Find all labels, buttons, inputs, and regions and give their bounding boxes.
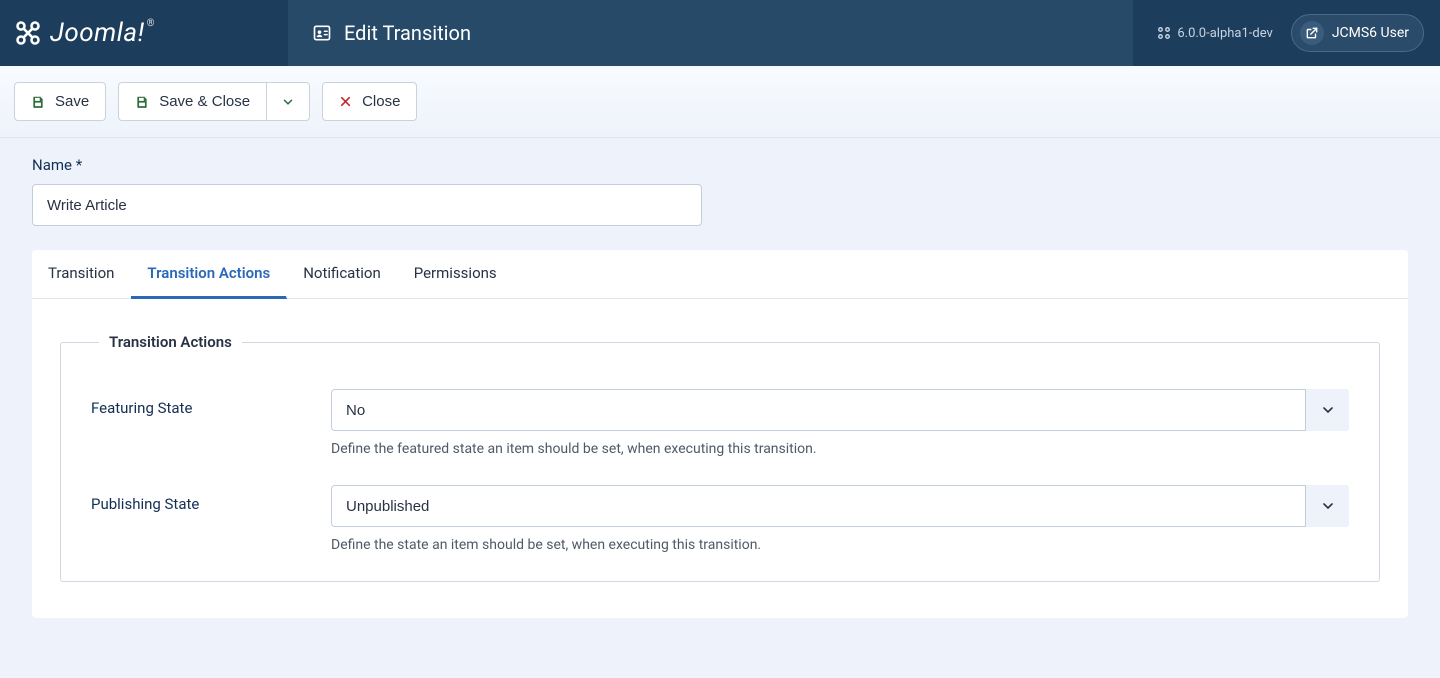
featuring-state-select[interactable]: No (331, 389, 1349, 431)
page-title-block: Edit Transition (288, 0, 1133, 66)
joomla-mini-icon (1157, 26, 1171, 40)
brand-name: Joomla! (50, 18, 145, 48)
publishing-state-row: Publishing State Unpublished Define the … (91, 485, 1349, 553)
featuring-state-select-wrap: No (331, 389, 1349, 431)
save-close-group: Save & Close (118, 82, 310, 121)
page-title: Edit Transition (344, 21, 471, 45)
app-header: Joomla! ® Edit Transition 6.0.0-alpha1-d… (0, 0, 1440, 66)
tab-row: Transition Transition Actions Notificati… (32, 250, 1408, 299)
save-dropdown-button[interactable] (267, 82, 310, 121)
content-area: Name * Transition Transition Actions Not… (0, 138, 1440, 658)
save-label: Save (55, 93, 89, 110)
version-text: 6.0.0-alpha1-dev (1177, 26, 1272, 41)
close-icon (339, 95, 352, 108)
save-close-button[interactable]: Save & Close (118, 82, 267, 121)
external-link-icon (1300, 21, 1324, 45)
tab-body: Transition Actions Featuring State No (32, 299, 1408, 618)
save-close-label: Save & Close (159, 93, 250, 110)
publishing-state-select[interactable]: Unpublished (331, 485, 1349, 527)
publishing-state-help: Define the state an item should be set, … (331, 537, 1349, 553)
name-input[interactable] (32, 184, 702, 226)
joomla-logo-icon (14, 19, 42, 47)
user-name: JCMS6 User (1332, 25, 1409, 41)
publishing-state-select-wrap: Unpublished (331, 485, 1349, 527)
transition-actions-fieldset: Transition Actions Featuring State No (60, 333, 1380, 582)
header-right: 6.0.0-alpha1-dev JCMS6 User (1133, 0, 1440, 66)
tab-notification[interactable]: Notification (287, 250, 398, 298)
chevron-down-icon (281, 95, 295, 109)
featuring-state-label: Featuring State (91, 389, 331, 457)
tab-permissions[interactable]: Permissions (398, 250, 514, 298)
brand-mark-symbol: ® (147, 18, 155, 29)
close-button[interactable]: Close (322, 82, 417, 121)
fieldset-legend: Transition Actions (99, 333, 242, 351)
tab-transition[interactable]: Transition (32, 250, 131, 298)
close-label: Close (362, 93, 400, 110)
user-menu[interactable]: JCMS6 User (1291, 14, 1424, 52)
save-icon (31, 95, 45, 109)
address-card-icon (312, 23, 332, 43)
brand[interactable]: Joomla! ® (0, 0, 288, 66)
publishing-state-label: Publishing State (91, 485, 331, 553)
name-label: Name * (32, 156, 1408, 174)
tab-transition-actions[interactable]: Transition Actions (131, 250, 287, 299)
version-badge[interactable]: 6.0.0-alpha1-dev (1157, 26, 1272, 41)
tabs-card: Transition Transition Actions Notificati… (32, 250, 1408, 618)
save-button[interactable]: Save (14, 82, 106, 121)
featuring-state-row: Featuring State No Define the featured s… (91, 389, 1349, 457)
featuring-state-help: Define the featured state an item should… (331, 441, 1349, 457)
save-icon (135, 95, 149, 109)
action-toolbar: Save Save & Close Close (0, 66, 1440, 138)
